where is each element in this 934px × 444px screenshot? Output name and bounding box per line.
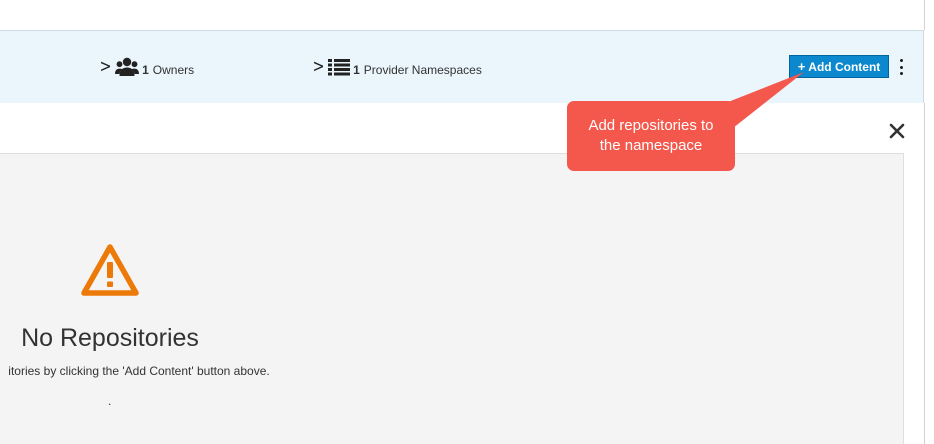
add-content-button[interactable]: + Add Content (789, 55, 889, 78)
kebab-dot (899, 65, 903, 69)
add-content-label: Add Content (808, 59, 881, 74)
users-icon (115, 57, 140, 76)
chevron-right-icon: > (99, 56, 112, 77)
provider-namespaces-stat[interactable]: > 1 Provider Namespaces (311, 55, 482, 79)
owners-stat[interactable]: > 1 Owners (98, 55, 195, 79)
namespaces-count: 1 (353, 63, 360, 77)
kebab-dot (899, 72, 903, 75)
list-icon (328, 59, 351, 76)
plus-icon: + (797, 59, 806, 74)
annotation-callout: Add repositories to the namespace (567, 101, 735, 171)
empty-state-trailing-dot: . (108, 394, 112, 408)
empty-state-title: No Repositories (21, 324, 199, 352)
kebab-menu-icon[interactable] (897, 59, 905, 75)
owners-label: Owners (152, 63, 195, 77)
callout-text: Add repositories to the namespace (588, 117, 714, 154)
kebab-dot (899, 59, 903, 62)
warning-triangle-icon (81, 244, 139, 296)
page: > 1 Owners > 1 Provider Namespaces + Add… (0, 0, 934, 444)
top-strip (0, 0, 925, 30)
namespace-header: > 1 Owners > 1 Provider Namespaces + Add… (0, 30, 924, 104)
namespaces-label: Provider Namespaces (363, 63, 482, 77)
chevron-right-icon: > (312, 56, 325, 77)
repositories-content: No Repositories itories by clicking the … (0, 103, 925, 444)
close-icon[interactable] (888, 122, 906, 140)
owners-count: 1 (142, 63, 149, 77)
empty-state-description: itories by clicking the 'Add Content' bu… (8, 364, 270, 378)
empty-state-panel: No Repositories itories by clicking the … (0, 153, 904, 444)
